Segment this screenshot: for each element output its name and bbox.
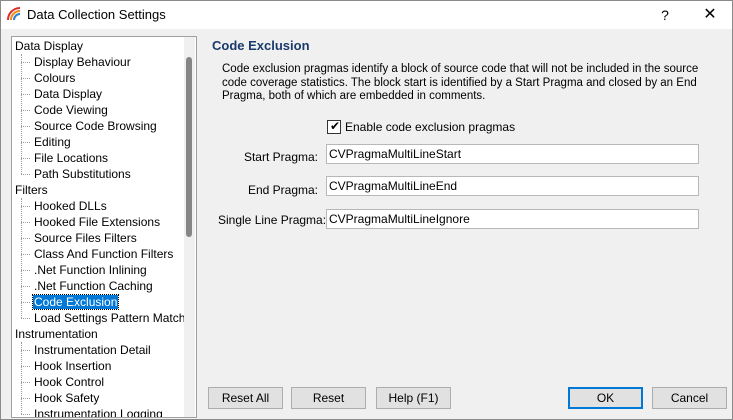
title-bar[interactable]: Data Collection Settings ? ✕ [1,1,732,29]
tree-child-item[interactable]: Editing [33,134,72,150]
tree-connector-line [21,366,30,367]
settings-tree[interactable]: Data Display Display Behaviour Colours Data… [11,36,197,418]
tree-item-label: Class And Function Filters [34,247,174,261]
tree-connector-line [21,158,30,159]
tree-child-item[interactable]: .Net Function Caching [33,278,154,294]
tree-group-item[interactable]: Filters [14,182,49,198]
tree-child-item[interactable]: Source Files Filters [33,230,138,246]
tree-connector-line [21,62,30,63]
tree-connector-line [21,342,22,414]
dialog-window: Data Collection Settings ? ✕ Data Displa… [0,0,733,420]
panel-description: Code exclusion pragmas identify a block … [222,63,699,102]
tree-item-label: Data Display [15,39,84,53]
tree-child-item[interactable]: Display Behaviour [33,54,132,70]
tree-viewport: Data Display Display Behaviour Colours Data… [12,37,184,417]
tree-child-item[interactable]: Hook Insertion [33,358,112,374]
tree-item-label: File Locations [34,151,109,165]
tree-connector-line [21,174,30,175]
tree-connector-line [21,398,30,399]
tree-child-item[interactable]: Hook Safety [33,390,100,406]
tree-connector-line [21,206,30,207]
tree-item-label: Instrumentation Logging [34,407,163,417]
ok-button[interactable]: OK [568,387,643,409]
tree-connector-line [21,350,30,351]
help-button[interactable]: Help (F1) [376,387,451,409]
tree-connector-line [21,382,30,383]
cancel-button[interactable]: Cancel [652,387,727,409]
tree-connector-line [21,142,30,143]
tree-item-label: Editing [34,135,71,149]
tree-child-item[interactable]: Path Substitutions [33,166,132,182]
tree-connector-line [21,318,30,319]
tree-child-item[interactable]: Code Viewing [33,102,109,118]
tree-child-item[interactable]: .Net Function Inlining [33,262,148,278]
panel-title: Code Exclusion [212,38,310,53]
tree-child-item[interactable]: Hook Control [33,374,105,390]
tree-item-label: Hooked File Extensions [34,215,161,229]
tree-item-label: Source Code Browsing [34,119,157,133]
help-title-button[interactable]: ? [653,4,677,26]
tree-connector-line [21,126,30,127]
tree-connector-line [21,78,30,79]
tree-connector-line [21,222,30,223]
tree-item-label: Path Substitutions [34,167,131,181]
tree-connector-line [21,110,30,111]
tree-item-label: Source Files Filters [34,231,137,245]
enable-pragmas-label[interactable]: Enable code exclusion pragmas [345,120,515,134]
tree-connector-line [21,54,22,174]
start-pragma-label: Start Pragma: [243,150,318,164]
tree-child-item[interactable]: Class And Function Filters [33,246,174,262]
end-pragma-label: End Pragma: [247,183,318,197]
checkmark-icon: ✔ [330,119,341,133]
reset-all-button[interactable]: Reset All [208,387,283,409]
tree-child-item[interactable]: Hooked DLLs [33,198,108,214]
tree-child-item[interactable]: Code Exclusion [31,294,120,310]
enable-pragmas-checkbox[interactable]: ✔ [327,119,341,134]
tree-connector-line [21,286,30,287]
tree-item-label: Hook Safety [34,391,100,405]
tree-child-item[interactable]: Data Display [33,86,103,102]
tree-child-item[interactable]: Load Settings Pattern Match [33,310,184,326]
tree-child-item[interactable]: Hooked File Extensions [33,214,161,230]
tree-item-label: Load Settings Pattern Match [34,311,184,325]
tree-item-label: .Net Function Caching [34,279,153,293]
tree-child-item[interactable]: Colours [33,70,76,86]
tree-item-label: .Net Function Inlining [34,263,147,277]
tree-connector-line [21,302,30,303]
tree-child-item[interactable]: Instrumentation Detail [33,342,152,358]
start-pragma-input[interactable] [326,144,699,164]
tree-item-label: Colours [34,71,76,85]
scrollbar-thumb[interactable] [186,57,192,237]
tree-connector-line [21,414,30,415]
tree-item-label: Hooked DLLs [34,199,107,213]
tree-group-item[interactable]: Data Display [14,38,84,54]
tree-item-label: Instrumentation [15,327,98,341]
tree-item-label: Instrumentation Detail [34,343,151,357]
tree-connector-line [21,238,30,239]
tree-connector-line [21,94,30,95]
tree-scrollbar[interactable] [184,37,195,417]
tree-item-label: Hook Insertion [34,359,112,373]
end-pragma-input[interactable] [326,176,699,196]
single-line-pragma-label: Single Line Pragma: [218,213,327,227]
tree-item-label: Code Viewing [34,103,108,117]
app-rainbow-icon [7,7,21,21]
single-line-pragma-input[interactable] [326,209,699,229]
tree-child-item[interactable]: File Locations [33,150,109,166]
tree-connector-line [21,198,22,318]
tree-child-item[interactable]: Instrumentation Logging [33,406,164,417]
tree-group-item[interactable]: Instrumentation [14,326,99,342]
tree-item-label: Display Behaviour [34,55,131,69]
window-title: Data Collection Settings [27,7,166,22]
tree-item-label: Filters [15,183,48,197]
close-icon[interactable]: ✕ [696,4,724,26]
tree-connector-line [21,254,30,255]
tree-child-item[interactable]: Source Code Browsing [33,118,158,134]
tree-item-label: Hook Control [34,375,105,389]
reset-button[interactable]: Reset [291,387,366,409]
tree-item-label: Data Display [34,87,103,101]
tree-item-label: Code Exclusion [31,294,120,310]
tree-connector-line [21,270,30,271]
